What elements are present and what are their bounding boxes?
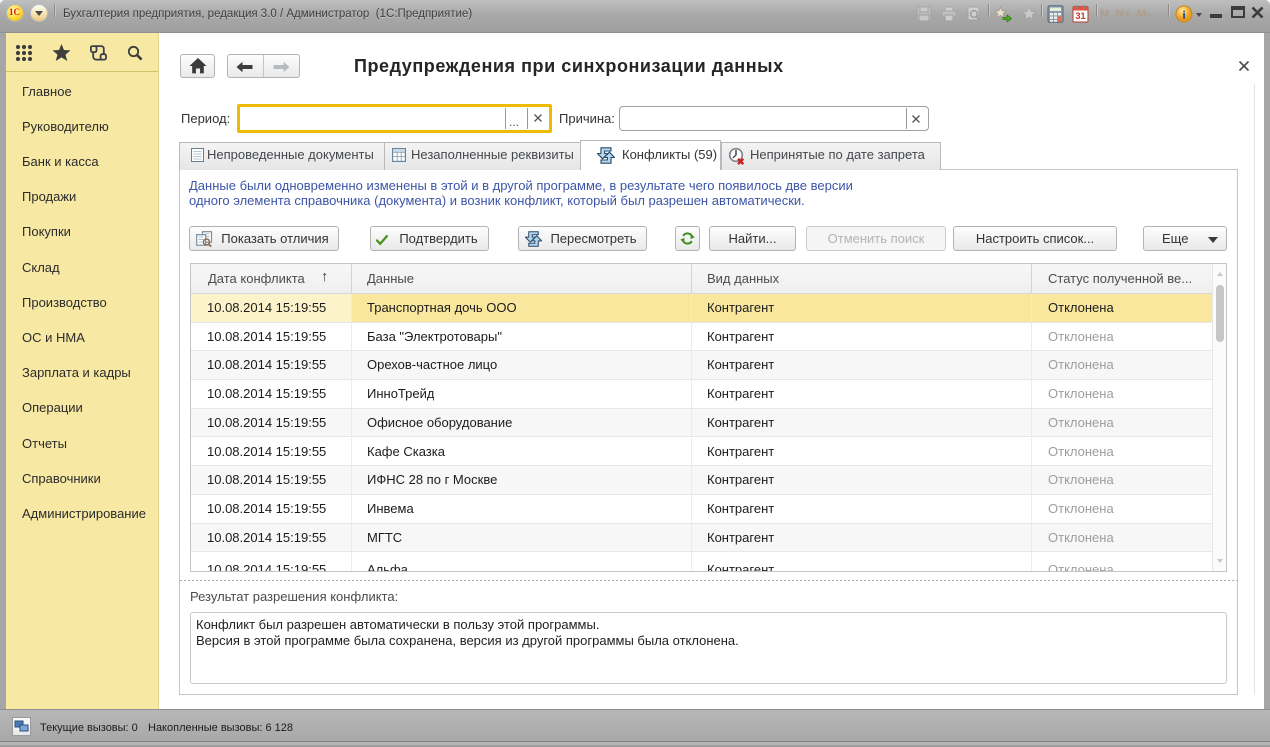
- svg-text:31: 31: [1075, 11, 1085, 21]
